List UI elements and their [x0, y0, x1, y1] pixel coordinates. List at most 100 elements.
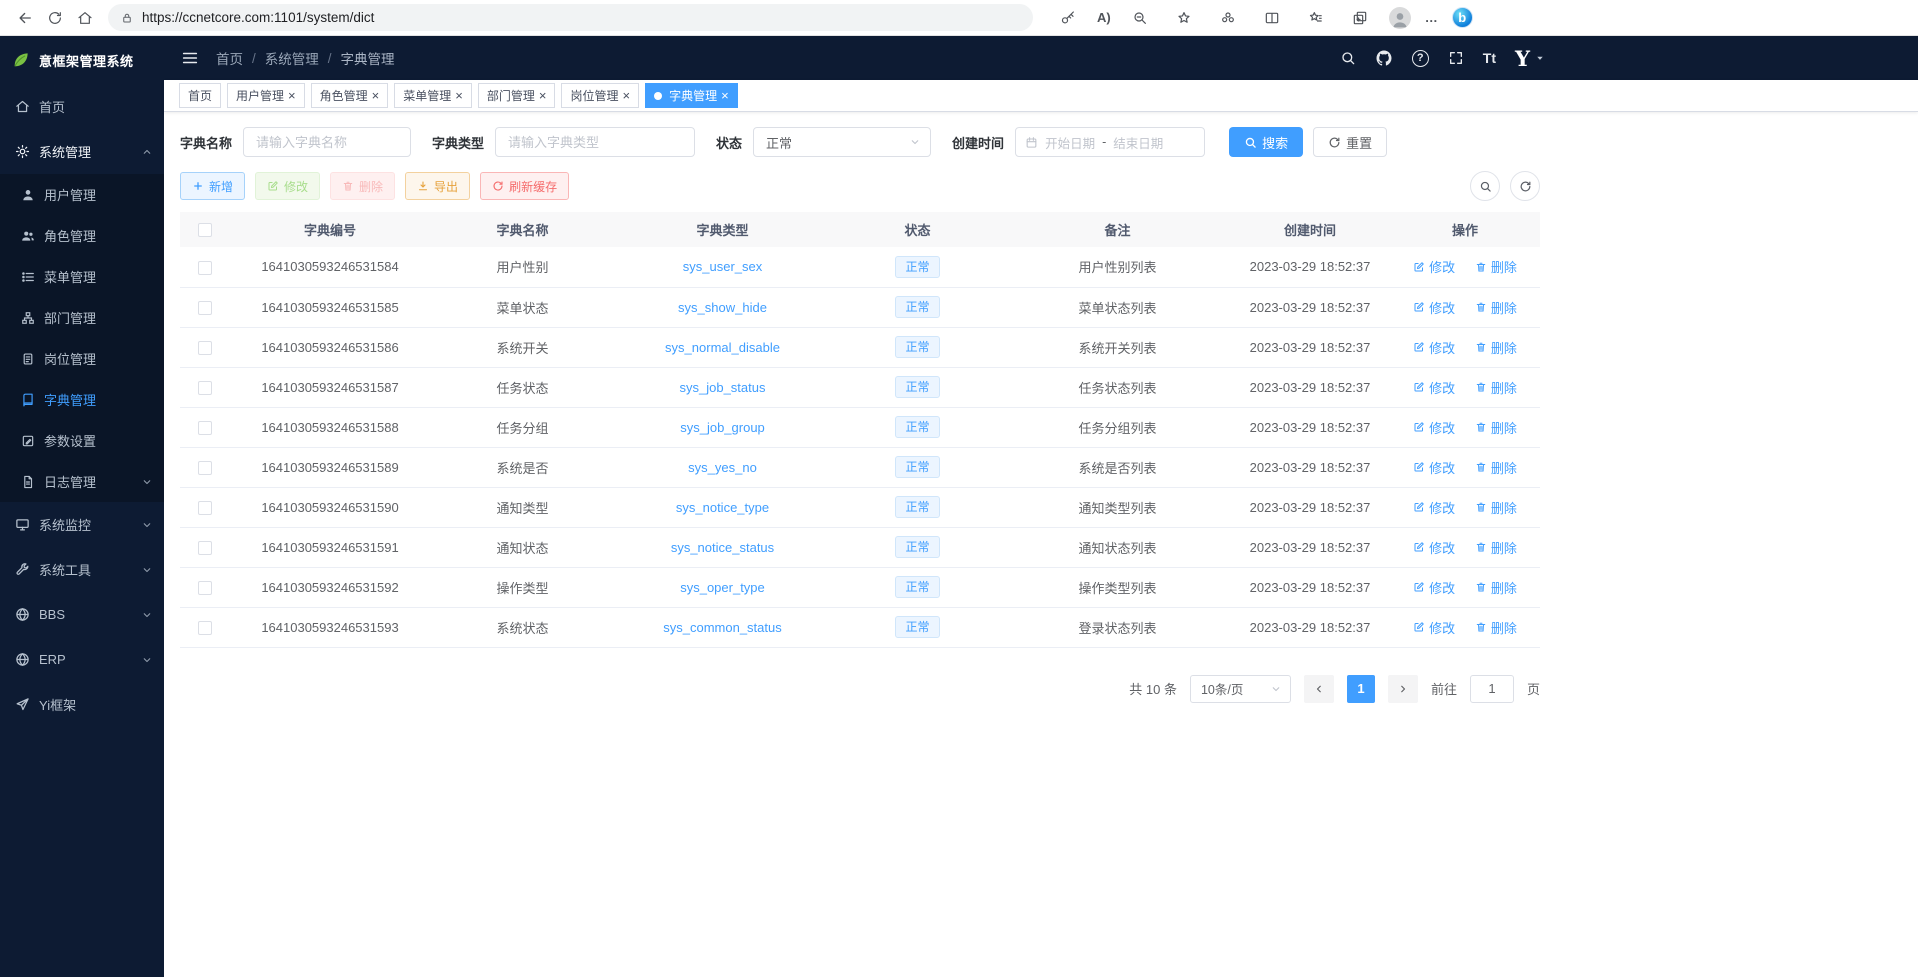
sidebar-item-bbs[interactable]: BBS	[0, 592, 164, 637]
breadcrumb-home[interactable]: 首页	[216, 48, 243, 68]
row-edit-button[interactable]: 修改	[1413, 338, 1455, 357]
tab-close-icon[interactable]: ×	[622, 89, 630, 102]
row-checkbox[interactable]	[198, 501, 212, 515]
address-bar[interactable]: https://ccnetcore.com:1101/system/dict	[108, 4, 1033, 31]
date-range-picker[interactable]: 开始日期 - 结束日期	[1015, 127, 1205, 157]
row-edit-button[interactable]: 修改	[1413, 538, 1455, 557]
favorites-icon[interactable]	[1301, 3, 1331, 33]
extensions-icon[interactable]	[1213, 3, 1243, 33]
sidebar-item-yi-framework[interactable]: Yi框架	[0, 682, 164, 727]
sidebar-item-dept-mgmt[interactable]: 部门管理	[0, 297, 164, 338]
row-checkbox[interactable]	[198, 461, 212, 475]
dict-type-link[interactable]: sys_job_status	[680, 380, 766, 395]
row-checkbox[interactable]	[198, 541, 212, 555]
add-button[interactable]: 新增	[180, 172, 245, 200]
sidebar-item-user-mgmt[interactable]: 用户管理	[0, 174, 164, 215]
sidebar-item-log-mgmt[interactable]: 日志管理	[0, 461, 164, 502]
breadcrumb-system[interactable]: 系统管理	[265, 48, 319, 68]
browser-refresh-button[interactable]	[40, 3, 70, 33]
dict-type-link[interactable]: sys_notice_status	[671, 540, 774, 555]
dict-type-link[interactable]: sys_user_sex	[683, 259, 762, 274]
user-menu[interactable]: Y	[1515, 48, 1545, 69]
add-favorite-star-icon[interactable]	[1169, 3, 1199, 33]
goto-page-input[interactable]	[1470, 675, 1514, 703]
tab-home[interactable]: 首页	[179, 83, 221, 108]
row-edit-button[interactable]: 修改	[1413, 298, 1455, 317]
row-delete-button[interactable]: 删除	[1475, 578, 1517, 597]
tab-role-mgmt[interactable]: 角色管理×	[311, 83, 389, 108]
row-edit-button[interactable]: 修改	[1413, 578, 1455, 597]
row-edit-button[interactable]: 修改	[1413, 458, 1455, 477]
sidebar-item-post-mgmt[interactable]: 岗位管理	[0, 338, 164, 379]
search-button[interactable]: 搜索	[1229, 127, 1303, 157]
row-delete-button[interactable]: 删除	[1475, 378, 1517, 397]
sidebar-item-system-monitor[interactable]: 系统监控	[0, 502, 164, 547]
page-size-select[interactable]: 10条/页	[1190, 675, 1291, 703]
dict-name-input[interactable]	[243, 127, 411, 157]
next-page-button[interactable]	[1388, 675, 1418, 703]
tab-user-mgmt[interactable]: 用户管理×	[227, 83, 305, 108]
reset-button[interactable]: 重置	[1313, 127, 1387, 157]
dict-type-input[interactable]	[495, 127, 695, 157]
row-delete-button[interactable]: 删除	[1475, 257, 1517, 276]
dict-type-link[interactable]: sys_notice_type	[676, 500, 769, 515]
dict-type-link[interactable]: sys_job_group	[680, 420, 765, 435]
dict-type-link[interactable]: sys_common_status	[663, 620, 782, 635]
row-checkbox[interactable]	[198, 381, 212, 395]
row-checkbox[interactable]	[198, 301, 212, 315]
read-aloud-icon[interactable]: A)	[1097, 10, 1111, 25]
row-checkbox[interactable]	[198, 341, 212, 355]
dict-type-link[interactable]: sys_normal_disable	[665, 340, 780, 355]
sidebar-item-system-mgmt[interactable]: 系统管理	[0, 129, 164, 174]
status-select[interactable]: 正常	[753, 127, 931, 157]
row-edit-button[interactable]: 修改	[1413, 418, 1455, 437]
dict-type-link[interactable]: sys_show_hide	[678, 300, 767, 315]
toggle-search-button[interactable]	[1470, 171, 1500, 201]
refresh-cache-button[interactable]: 刷新缓存	[480, 172, 569, 200]
hamburger-menu-icon[interactable]	[181, 49, 199, 67]
zoom-out-icon[interactable]	[1125, 3, 1155, 33]
dict-type-link[interactable]: sys_yes_no	[688, 460, 757, 475]
row-checkbox[interactable]	[198, 621, 212, 635]
prev-page-button[interactable]	[1304, 675, 1334, 703]
row-checkbox[interactable]	[198, 261, 212, 275]
row-delete-button[interactable]: 删除	[1475, 298, 1517, 317]
browser-profile-avatar[interactable]	[1389, 7, 1411, 29]
row-checkbox[interactable]	[198, 581, 212, 595]
current-page-button[interactable]: 1	[1347, 675, 1375, 703]
row-delete-button[interactable]: 删除	[1475, 338, 1517, 357]
edit-button[interactable]: 修改	[255, 172, 320, 200]
row-delete-button[interactable]: 删除	[1475, 418, 1517, 437]
tab-close-icon[interactable]: ×	[721, 89, 729, 102]
tab-dict-mgmt[interactable]: 字典管理×	[645, 83, 738, 108]
sidebar-item-home[interactable]: 首页	[0, 84, 164, 129]
row-checkbox[interactable]	[198, 421, 212, 435]
row-edit-button[interactable]: 修改	[1413, 498, 1455, 517]
row-edit-button[interactable]: 修改	[1413, 618, 1455, 637]
help-icon[interactable]: ?	[1412, 50, 1429, 67]
row-delete-button[interactable]: 删除	[1475, 458, 1517, 477]
browser-back-button[interactable]	[10, 3, 40, 33]
tab-close-icon[interactable]: ×	[539, 89, 547, 102]
row-delete-button[interactable]: 删除	[1475, 498, 1517, 517]
tab-close-icon[interactable]: ×	[288, 89, 296, 102]
export-button[interactable]: 导出	[405, 172, 470, 200]
dict-type-link[interactable]: sys_oper_type	[680, 580, 765, 595]
tab-close-icon[interactable]: ×	[372, 89, 380, 102]
sidebar-item-dict-mgmt[interactable]: 字典管理	[0, 379, 164, 420]
tab-menu-mgmt[interactable]: 菜单管理×	[394, 83, 472, 108]
font-size-icon[interactable]: Tt	[1483, 50, 1496, 66]
delete-button[interactable]: 删除	[330, 172, 395, 200]
row-delete-button[interactable]: 删除	[1475, 538, 1517, 557]
sidebar-item-erp[interactable]: ERP	[0, 637, 164, 682]
collections-icon[interactable]	[1345, 3, 1375, 33]
search-icon[interactable]	[1340, 50, 1356, 66]
sidebar-item-role-mgmt[interactable]: 角色管理	[0, 215, 164, 256]
refresh-table-button[interactable]	[1510, 171, 1540, 201]
select-all-checkbox[interactable]	[198, 223, 212, 237]
row-delete-button[interactable]: 删除	[1475, 618, 1517, 637]
browser-more-icon[interactable]: …	[1425, 10, 1438, 25]
sidebar-item-menu-mgmt[interactable]: 菜单管理	[0, 256, 164, 297]
sidebar-item-system-tools[interactable]: 系统工具	[0, 547, 164, 592]
browser-home-button[interactable]	[70, 3, 100, 33]
